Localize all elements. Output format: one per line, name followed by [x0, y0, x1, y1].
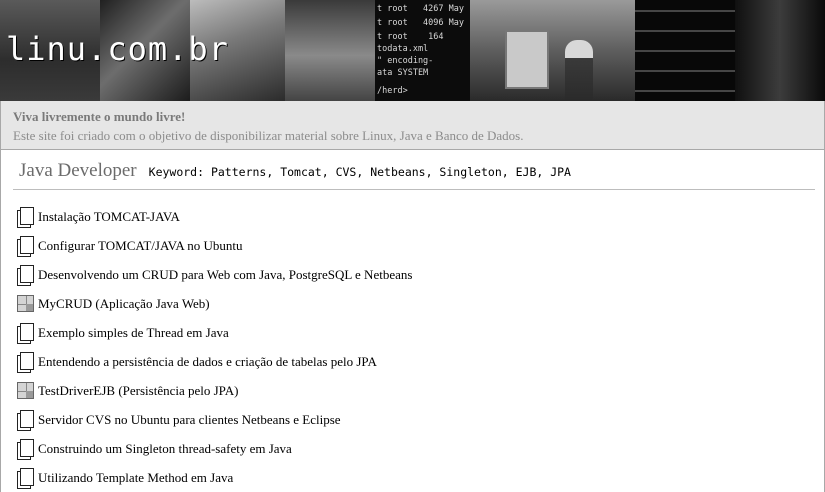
- document-icon[interactable]: [16, 264, 35, 286]
- blackboard: [505, 30, 549, 89]
- list-item[interactable]: Desenvolvendo um CRUD para Web com Java,…: [16, 260, 412, 289]
- document-icon[interactable]: [16, 322, 35, 344]
- terminal-line: /herd>: [377, 86, 408, 96]
- banner-terminal-photo: [635, 0, 735, 101]
- document-icon[interactable]: [16, 438, 35, 460]
- terminal-line: todata.xml: [377, 44, 429, 54]
- article-link[interactable]: Entendendo a persistência de dados e cri…: [38, 354, 377, 370]
- document-icon[interactable]: [16, 351, 35, 373]
- list-item[interactable]: Exemplo simples de Thread em Java: [16, 318, 412, 347]
- list-item[interactable]: Servidor CVS no Ubuntu para clientes Net…: [16, 405, 412, 434]
- keyword-line: Keyword: Patterns, Tomcat, CVS, Netbeans…: [148, 165, 571, 179]
- article-link[interactable]: Construindo um Singleton thread-safety e…: [38, 441, 292, 457]
- tagline-box: Viva livremente o mundo livre! Este site…: [0, 101, 825, 150]
- article-link[interactable]: Servidor CVS no Ubuntu para clientes Net…: [38, 412, 341, 428]
- banner-photo: [285, 0, 375, 101]
- document-icon[interactable]: [16, 206, 35, 228]
- list-item[interactable]: Entendendo a persistência de dados e cri…: [16, 347, 412, 376]
- person-figure: [565, 40, 593, 101]
- section-header: Java Developer Keyword: Patterns, Tomcat…: [19, 160, 571, 184]
- terminal-line: t root 164: [377, 32, 444, 42]
- application-icon[interactable]: [16, 293, 35, 314]
- article-link[interactable]: TestDriverEJB (Persistência pelo JPA): [38, 383, 238, 399]
- site-title[interactable]: linu.com.br: [6, 30, 229, 68]
- document-icon[interactable]: [16, 235, 35, 257]
- terminal-line: ata SYSTEM: [377, 68, 429, 78]
- document-icon[interactable]: [16, 467, 35, 489]
- article-list: Instalação TOMCAT-JAVA Configurar TOMCAT…: [16, 202, 412, 492]
- terminal-line: " encoding-: [377, 56, 434, 66]
- list-item[interactable]: MyCRUD (Aplicação Java Web): [16, 289, 412, 318]
- banner-photo: [735, 0, 825, 101]
- document-icon[interactable]: [16, 409, 35, 431]
- article-link[interactable]: Desenvolvendo um CRUD para Web com Java,…: [38, 267, 412, 283]
- application-icon[interactable]: [16, 380, 35, 401]
- list-item[interactable]: Utilizando Template Method em Java: [16, 463, 412, 492]
- terminal-line: t root 4096 May: [377, 18, 464, 28]
- list-item[interactable]: Instalação TOMCAT-JAVA: [16, 202, 412, 231]
- divider: [13, 189, 815, 190]
- article-link[interactable]: MyCRUD (Aplicação Java Web): [38, 296, 210, 312]
- header-banner: t root 4267 May t root 4096 May t root 1…: [0, 0, 825, 101]
- banner-photo: [470, 0, 635, 101]
- article-link[interactable]: Utilizando Template Method em Java: [38, 470, 233, 486]
- banner-terminal-photo: t root 4267 May t root 4096 May t root 1…: [375, 0, 470, 101]
- slogan: Viva livremente o mundo livre!: [13, 109, 186, 124]
- terminal-line: t root 4267 May: [377, 4, 464, 14]
- list-item[interactable]: Configurar TOMCAT/JAVA no Ubuntu: [16, 231, 412, 260]
- article-link[interactable]: Exemplo simples de Thread em Java: [38, 325, 229, 341]
- main-content: Java Developer Keyword: Patterns, Tomcat…: [0, 150, 825, 492]
- article-link[interactable]: Instalação TOMCAT-JAVA: [38, 209, 180, 225]
- article-link[interactable]: Configurar TOMCAT/JAVA no Ubuntu: [38, 238, 243, 254]
- section-title: Java Developer: [19, 160, 137, 181]
- list-item[interactable]: TestDriverEJB (Persistência pelo JPA): [16, 376, 412, 405]
- list-item[interactable]: Construindo um Singleton thread-safety e…: [16, 434, 412, 463]
- site-description: Este site foi criado com o objetivo de d…: [13, 128, 524, 143]
